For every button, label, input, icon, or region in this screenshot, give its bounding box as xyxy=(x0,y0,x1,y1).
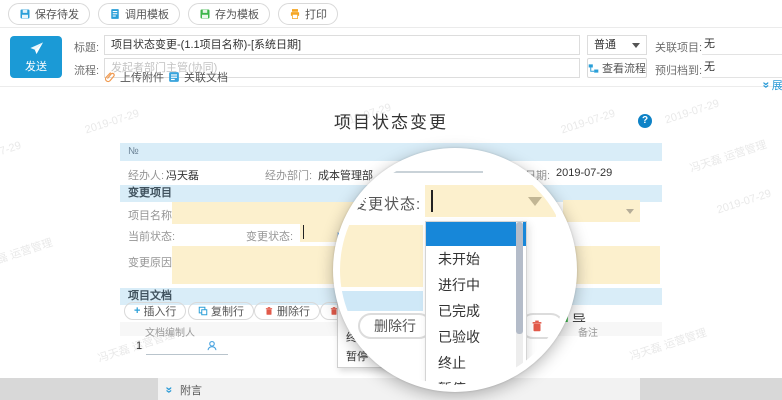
flow-label: 流程: xyxy=(74,62,99,78)
magnifier-lens: 变更状态: 删除行 未开始进行中已完成已验收终止暂停 xyxy=(333,148,577,392)
send-button[interactable]: 发送 xyxy=(10,36,62,78)
template-doc-icon xyxy=(109,8,121,20)
magnified-underline xyxy=(368,171,483,173)
save-as-template-button[interactable]: 存为模板 xyxy=(188,3,270,25)
trash-icon xyxy=(530,319,544,333)
print-button[interactable]: 打印 xyxy=(278,3,338,25)
priority-value: 普通 xyxy=(594,36,616,54)
dept-value: 成本管理部 xyxy=(318,167,373,183)
save-pending-label: 保存待发 xyxy=(35,6,79,22)
section-change-label: 变更项目 xyxy=(128,185,172,202)
bottom-right-gutter xyxy=(640,378,782,400)
postscript-bar[interactable]: » 附言 xyxy=(158,378,640,400)
link-document-link[interactable]: 关联文档 xyxy=(168,69,228,85)
magnified-reason-block xyxy=(333,225,423,287)
magnified-selected-blank xyxy=(426,222,526,246)
load-template-button[interactable]: 调用模板 xyxy=(98,3,180,25)
insert-row-button[interactable]: + 插入行 xyxy=(124,302,186,320)
row-number: 1 xyxy=(136,340,142,352)
magnified-dropdown-option: 进行中 xyxy=(426,272,526,298)
current-status-label: 当前状态: xyxy=(128,228,175,244)
related-project-value: 无 xyxy=(704,38,715,50)
magnified-text-cursor xyxy=(431,190,433,212)
paperclip-icon xyxy=(104,71,116,83)
send-label: 发送 xyxy=(25,58,47,74)
load-template-label: 调用模板 xyxy=(125,6,169,22)
save-pending-button[interactable]: 保存待发 xyxy=(8,3,90,25)
project-risk-select[interactable] xyxy=(563,200,640,222)
serial-label: № xyxy=(128,143,139,161)
save-template-icon xyxy=(199,8,211,20)
delete-row-label: 删除行 xyxy=(277,303,310,319)
magnified-delete-row-button: 删除行 xyxy=(358,313,432,339)
magnified-dropdown: 未开始进行中已完成已验收终止暂停 xyxy=(425,221,527,392)
prearchive-value: 无 xyxy=(704,61,715,73)
upload-attachment-link[interactable]: 上传附件 xyxy=(104,69,164,85)
caret-down-icon xyxy=(626,209,634,214)
flow-chart-icon xyxy=(588,63,599,74)
double-chevron-down-icon: » xyxy=(162,387,176,394)
date-value: 2019-07-29 xyxy=(556,167,612,179)
save-icon xyxy=(19,8,31,20)
magnified-delete-row-label: 删除行 xyxy=(374,316,416,336)
print-label: 打印 xyxy=(305,6,327,22)
bottom-left-gutter xyxy=(0,378,158,400)
copy-row-button[interactable]: 复制行 xyxy=(188,302,254,320)
magnified-change-status-label: 变更状态: xyxy=(352,193,421,214)
magnified-scrollbar-thumb xyxy=(516,222,523,334)
text-cursor xyxy=(303,225,304,239)
title-value: 项目状态变更-(1.1项目名称)-[系统日期] xyxy=(111,39,301,51)
magnified-dropdown-option: 已验收 xyxy=(426,324,526,350)
upload-attachment-label: 上传附件 xyxy=(120,69,164,85)
priority-select[interactable]: 普通 xyxy=(587,35,647,55)
dept-label: 经办部门: xyxy=(265,167,312,183)
caret-down-icon xyxy=(632,43,640,48)
expand-toggle[interactable]: » 展 xyxy=(763,77,782,93)
copy-icon xyxy=(198,306,208,316)
title-input[interactable]: 项目状态变更-(1.1项目名称)-[系统日期] xyxy=(104,35,580,55)
printer-icon xyxy=(289,8,301,20)
serial-row: № xyxy=(120,143,662,161)
linked-doc-icon xyxy=(168,71,180,83)
trash-icon xyxy=(264,306,274,316)
top-toolbar: 保存待发 调用模板 存为模板 打印 xyxy=(0,0,782,28)
request-header: 发送 标题: 项目状态变更-(1.1项目名称)-[系统日期] 普通 关联项目: … xyxy=(0,28,782,87)
change-status-label: 变更状态: xyxy=(246,228,293,244)
view-flow-button[interactable]: 查看流程 xyxy=(587,58,647,78)
magnified-dropdown-option: 终止 xyxy=(426,350,526,376)
handler-value: 冯天磊 xyxy=(166,167,199,183)
related-project-field[interactable]: 无 xyxy=(702,35,782,55)
link-document-label: 关联文档 xyxy=(184,69,228,85)
related-project-label: 关联项目: xyxy=(655,39,702,55)
double-chevron-down-icon: » xyxy=(759,82,773,89)
user-picker-icon[interactable] xyxy=(206,340,218,352)
handler-label: 经办人: xyxy=(128,167,164,183)
title-label: 标题: xyxy=(74,39,99,55)
form-title: 项目状态变更 xyxy=(120,108,662,133)
paper-plane-icon xyxy=(28,41,45,56)
delete-row-button[interactable]: 删除行 xyxy=(254,302,320,320)
prearchive-field[interactable]: 无 xyxy=(702,58,782,78)
plus-icon: + xyxy=(134,305,140,317)
postscript-label: 附言 xyxy=(180,382,202,398)
oa-form-screen: 2019-07-29冯天磊 运营管理2019-07-292019-07-2920… xyxy=(0,0,782,400)
caret-down-icon xyxy=(528,197,542,206)
copy-row-label: 复制行 xyxy=(211,303,244,319)
magnified-dropdown-option: 已完成 xyxy=(426,298,526,324)
change-reason-label: 变更原因: xyxy=(128,254,175,270)
magnified-section-strip xyxy=(333,291,423,311)
insert-row-label: 插入行 xyxy=(143,303,176,319)
magnified-dropdown-option: 未开始 xyxy=(426,246,526,272)
save-as-template-label: 存为模板 xyxy=(215,6,259,22)
project-name-label: 项目名称: xyxy=(128,207,175,223)
prearchive-label: 预归档到: xyxy=(655,62,702,78)
view-flow-label: 查看流程 xyxy=(602,60,646,76)
help-icon[interactable]: ? xyxy=(638,114,652,128)
magnified-change-status-input xyxy=(425,185,556,217)
